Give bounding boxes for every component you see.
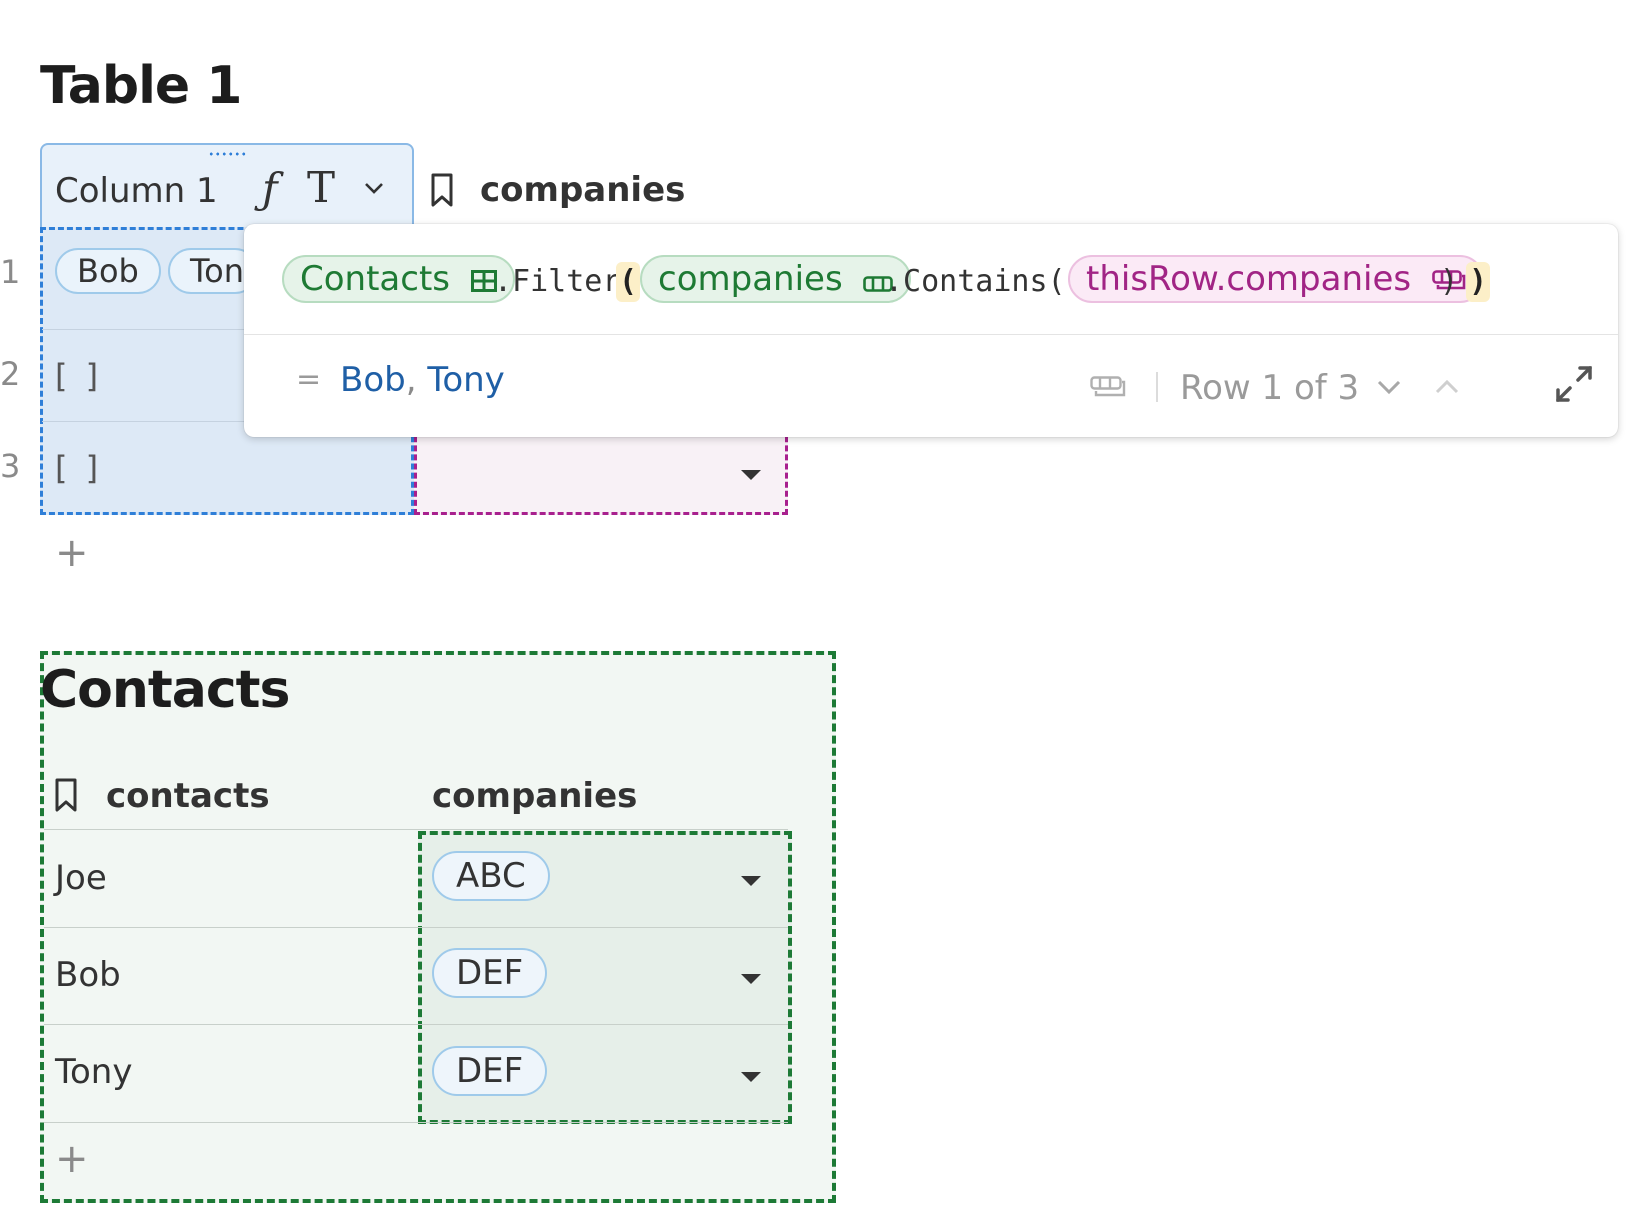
add-row-button[interactable]: + — [55, 530, 89, 576]
row-number: 3 — [0, 447, 21, 485]
expand-icon[interactable] — [1552, 362, 1596, 410]
value-chip[interactable]: Bob — [55, 248, 161, 294]
company-chip[interactable]: DEF — [432, 948, 548, 998]
add-row-button[interactable]: + — [55, 1136, 89, 1182]
highlighted-close-paren: ) — [1466, 262, 1490, 302]
row-number: 1 — [0, 253, 21, 291]
row-number: 2 — [0, 355, 21, 393]
text-type-icon[interactable]: T — [307, 163, 335, 212]
row-divider — [44, 927, 788, 928]
result-value: Bob — [340, 360, 406, 400]
highlighted-open-paren: ( — [616, 262, 640, 302]
bookmark-icon — [430, 172, 454, 207]
next-row-chevron-icon[interactable] — [1376, 372, 1402, 402]
formula-token-table[interactable]: Contacts — [282, 255, 515, 303]
dropdown-caret-icon[interactable] — [741, 876, 761, 886]
table1-title: Table 1 — [40, 56, 242, 116]
toolbar-separator — [1156, 372, 1158, 402]
column-menu-chevron-icon[interactable] — [363, 176, 385, 200]
result-separator: , — [405, 360, 417, 400]
bookmark-icon — [54, 777, 78, 812]
formula-icon[interactable]: ƒ — [262, 164, 278, 213]
dropdown-caret-icon[interactable] — [741, 974, 761, 984]
row-indicator: Row 1 of 3 — [1180, 368, 1360, 408]
formula-method-filter: .Filter — [494, 264, 621, 299]
list-type-icon[interactable] — [1090, 376, 1126, 402]
contact-name-cell[interactable]: Bob — [55, 955, 121, 995]
formula-token-column-label: companies — [658, 259, 843, 299]
contacts-column-header[interactable]: contacts — [106, 776, 270, 816]
formula-result: Bob, Tony — [340, 360, 505, 400]
empty-list-value[interactable]: [ ] — [55, 449, 102, 487]
dropdown-caret-icon[interactable] — [741, 470, 761, 480]
formula-close-paren: ) — [1440, 264, 1459, 299]
formula-token-thisrow[interactable]: thisRow.companies — [1068, 255, 1484, 303]
result-equals-sign: = — [296, 362, 322, 397]
dropdown-caret-icon[interactable] — [741, 1072, 761, 1082]
previous-row-chevron-icon[interactable] — [1434, 372, 1460, 402]
formula-method-contains: .Contains( — [885, 264, 1066, 299]
empty-list-value[interactable]: [ ] — [55, 357, 102, 395]
row-divider — [44, 1024, 788, 1025]
companies-column-header[interactable]: companies — [432, 776, 637, 816]
column1-header-label: Column 1 — [55, 171, 218, 211]
row-divider — [44, 1122, 788, 1123]
result-value: Tony — [427, 360, 505, 400]
formula-token-thisrow-label: thisRow.companies — [1086, 259, 1412, 299]
popover-divider — [244, 334, 1618, 335]
contacts-title: Contacts — [40, 660, 290, 720]
row-divider — [44, 829, 788, 830]
table-icon — [470, 259, 497, 303]
company-chip[interactable]: ABC — [432, 851, 550, 901]
companies-column-header[interactable]: companies — [480, 170, 685, 210]
formula-token-column[interactable]: companies — [640, 255, 912, 303]
contact-name-cell[interactable]: Tony — [55, 1052, 132, 1092]
company-chip[interactable]: DEF — [432, 1046, 548, 1096]
column-drag-handle[interactable] — [208, 152, 248, 156]
formula-token-table-label: Contacts — [300, 259, 450, 299]
contact-name-cell[interactable]: Joe — [55, 858, 107, 898]
